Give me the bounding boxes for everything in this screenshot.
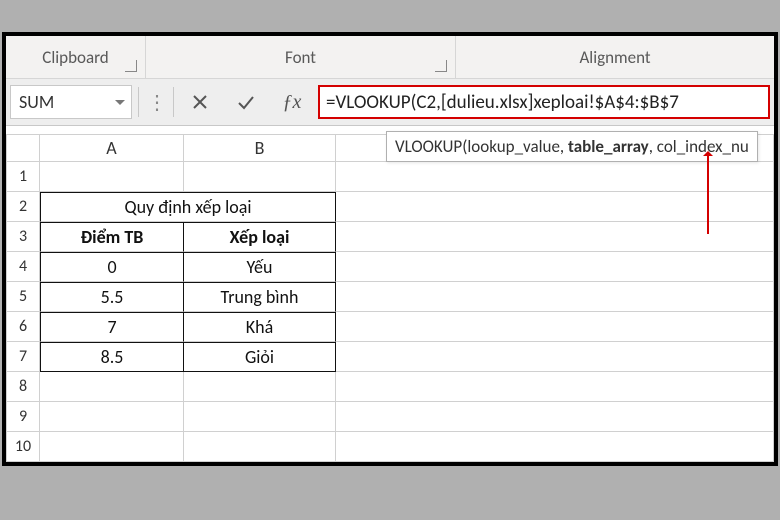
name-box-value: SUM: [19, 91, 54, 113]
cell[interactable]: Trung bình: [184, 282, 336, 312]
x-icon: [190, 92, 210, 112]
cell[interactable]: [336, 252, 774, 282]
separator: [138, 87, 139, 117]
dialog-launcher-icon[interactable]: [125, 60, 137, 72]
formula-text: =VLOOKUP(C2,[dulieu.xlsx]xeploai!$A$4:$B…: [326, 91, 679, 114]
cell[interactable]: [336, 432, 774, 462]
cell-text: Quy định xếp loại: [124, 196, 251, 218]
cell-text: 5.5: [101, 286, 124, 308]
cell[interactable]: [336, 342, 774, 372]
cell-text: 0: [107, 256, 116, 278]
cell[interactable]: [40, 432, 184, 462]
cell[interactable]: [336, 312, 774, 342]
cell[interactable]: [336, 282, 774, 312]
select-all-corner[interactable]: [6, 134, 40, 162]
row-header[interactable]: 9: [6, 402, 40, 432]
app-inner: Clipboard Font Alignment SUM ⋮: [6, 36, 774, 462]
grid-row: 7 8.5 Giỏi: [6, 342, 774, 372]
row-header[interactable]: 8: [6, 372, 40, 402]
cell[interactable]: 8.5: [40, 342, 184, 372]
dialog-launcher-icon[interactable]: [435, 60, 447, 72]
cell[interactable]: 5.5: [40, 282, 184, 312]
column-header-A[interactable]: A: [40, 134, 184, 162]
cell-text: Yếu: [247, 256, 273, 278]
tooltip-arg: lookup_value: [467, 136, 560, 157]
cell-text: Giỏi: [245, 346, 274, 368]
row-header[interactable]: 6: [6, 312, 40, 342]
cell-text: Điểm TB: [81, 226, 144, 248]
cell[interactable]: [184, 432, 336, 462]
cell-text: 8.5: [101, 346, 124, 368]
cell-merged-title[interactable]: Quy định xếp loại: [40, 192, 336, 222]
expand-dots-icon[interactable]: ⋮: [145, 90, 167, 115]
cell[interactable]: [184, 402, 336, 432]
row-header[interactable]: 3: [6, 222, 40, 252]
cell-text: 7: [107, 316, 116, 338]
cell[interactable]: [40, 402, 184, 432]
ribbon-group-label: Clipboard: [42, 47, 108, 68]
cell-text: Xếp loại: [230, 226, 290, 248]
name-box[interactable]: SUM: [10, 85, 132, 119]
cell[interactable]: [184, 372, 336, 402]
formula-bar: SUM ⋮ ƒx =VLOOKUP(C2,[dulieu.xlsx]xeploa…: [6, 79, 774, 126]
ribbon-group-alignment[interactable]: Alignment: [456, 36, 774, 78]
annotation-arrow: [707, 154, 709, 234]
row-header[interactable]: 2: [6, 192, 40, 222]
tooltip-arg-active: table_array: [568, 136, 649, 157]
cell[interactable]: [40, 372, 184, 402]
grid-rows: 1 2 Quy định xếp loại 3 Điểm TB Xếp loại: [6, 162, 774, 462]
grid-row: 4 0 Yếu: [6, 252, 774, 282]
grid-row: 6 7 Khá: [6, 312, 774, 342]
enter-button[interactable]: [226, 85, 266, 119]
cell[interactable]: 0: [40, 252, 184, 282]
ribbon-group-label: Font: [285, 47, 316, 68]
cell[interactable]: [336, 402, 774, 432]
grid-row: 10: [6, 432, 774, 462]
grid-row: 8: [6, 372, 774, 402]
tooltip-fn: VLOOKUP(: [395, 136, 467, 157]
separator: [173, 87, 174, 117]
grid-row: 1: [6, 162, 774, 192]
cell-text: Khá: [246, 316, 273, 338]
cell[interactable]: [40, 162, 184, 192]
grid-row: 9: [6, 402, 774, 432]
check-icon: [236, 92, 256, 112]
grid-row: 2 Quy định xếp loại: [6, 192, 774, 222]
cell[interactable]: Khá: [184, 312, 336, 342]
cell[interactable]: 7: [40, 312, 184, 342]
formula-input[interactable]: =VLOOKUP(C2,[dulieu.xlsx]xeploai!$A$4:$B…: [318, 85, 770, 119]
row-header[interactable]: 5: [6, 282, 40, 312]
cell[interactable]: Yếu: [184, 252, 336, 282]
insert-function-button[interactable]: ƒx: [272, 85, 312, 119]
row-header[interactable]: 4: [6, 252, 40, 282]
cell[interactable]: [336, 372, 774, 402]
ribbon-groups: Clipboard Font Alignment: [6, 36, 774, 79]
cell[interactable]: Xếp loại: [184, 222, 336, 252]
cell-text: Trung bình: [221, 286, 299, 308]
fx-icon: ƒx: [283, 91, 302, 114]
column-header-B[interactable]: B: [184, 134, 336, 162]
cancel-button[interactable]: [180, 85, 220, 119]
row-header[interactable]: 1: [6, 162, 40, 192]
spreadsheet-grid[interactable]: VLOOKUP(lookup_value, table_array, col_i…: [6, 126, 774, 462]
ribbon-group-font[interactable]: Font: [146, 36, 456, 78]
row-header[interactable]: 7: [6, 342, 40, 372]
app-frame: Clipboard Font Alignment SUM ⋮: [2, 32, 778, 466]
grid-row: 3 Điểm TB Xếp loại: [6, 222, 774, 252]
cell[interactable]: [184, 162, 336, 192]
row-header[interactable]: 10: [6, 432, 40, 462]
grid-row: 5 5.5 Trung bình: [6, 282, 774, 312]
ribbon-group-clipboard[interactable]: Clipboard: [6, 36, 146, 78]
cell[interactable]: Giỏi: [184, 342, 336, 372]
ribbon-group-label: Alignment: [579, 47, 650, 68]
cell[interactable]: Điểm TB: [40, 222, 184, 252]
